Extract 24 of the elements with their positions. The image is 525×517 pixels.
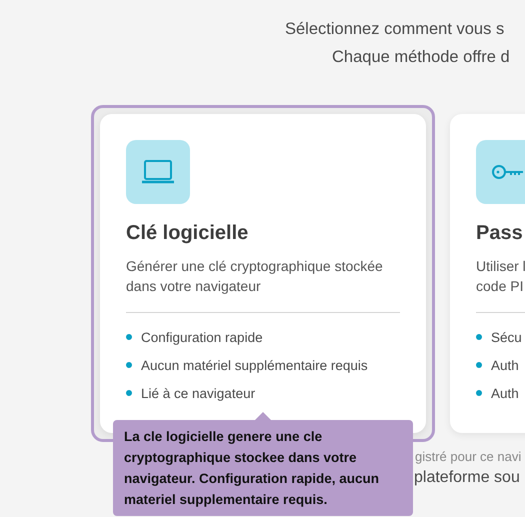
card-title: Clé logicielle <box>126 221 250 246</box>
card-description: Générer une clé cryptographique stockée dans votre navigateur <box>126 257 384 296</box>
feature-text: Auth <box>491 386 519 400</box>
bullet-icon <box>126 362 132 368</box>
key-icon <box>491 162 525 182</box>
footer-text: gistré pour ce navi <box>415 448 522 466</box>
laptop-icon <box>141 159 175 185</box>
footer-text: plateforme sou <box>414 468 520 488</box>
feature-text: Sécu <box>491 330 522 344</box>
intro-text: Chaque méthode offre d <box>331 47 511 68</box>
bullet-icon <box>126 390 132 396</box>
feature-text: Auth <box>491 358 519 372</box>
card-title: Pass <box>476 221 524 246</box>
bullet-icon <box>126 334 132 340</box>
intro-text: Sélectionnez comment vous s <box>284 19 506 40</box>
bullet-icon <box>476 390 482 396</box>
card-description: Utiliser l code PI <box>476 257 525 296</box>
feature-text: Configuration rapide <box>141 330 263 344</box>
bullet-icon <box>476 334 482 340</box>
tooltip: La cle logicielle genere une cle cryptographique stockee dans votre navigateur. Configuration rapide, aucun materiel supplementaire requis. <box>113 420 413 516</box>
bullet-icon <box>476 362 482 368</box>
method-card[interactable]: Pass Utiliser l code PI Sécu Auth Auth <box>450 114 525 433</box>
feature-text: Aucun matériel supplémentaire requis <box>141 358 368 372</box>
feature-text: Lié à ce navigateur <box>141 386 256 400</box>
